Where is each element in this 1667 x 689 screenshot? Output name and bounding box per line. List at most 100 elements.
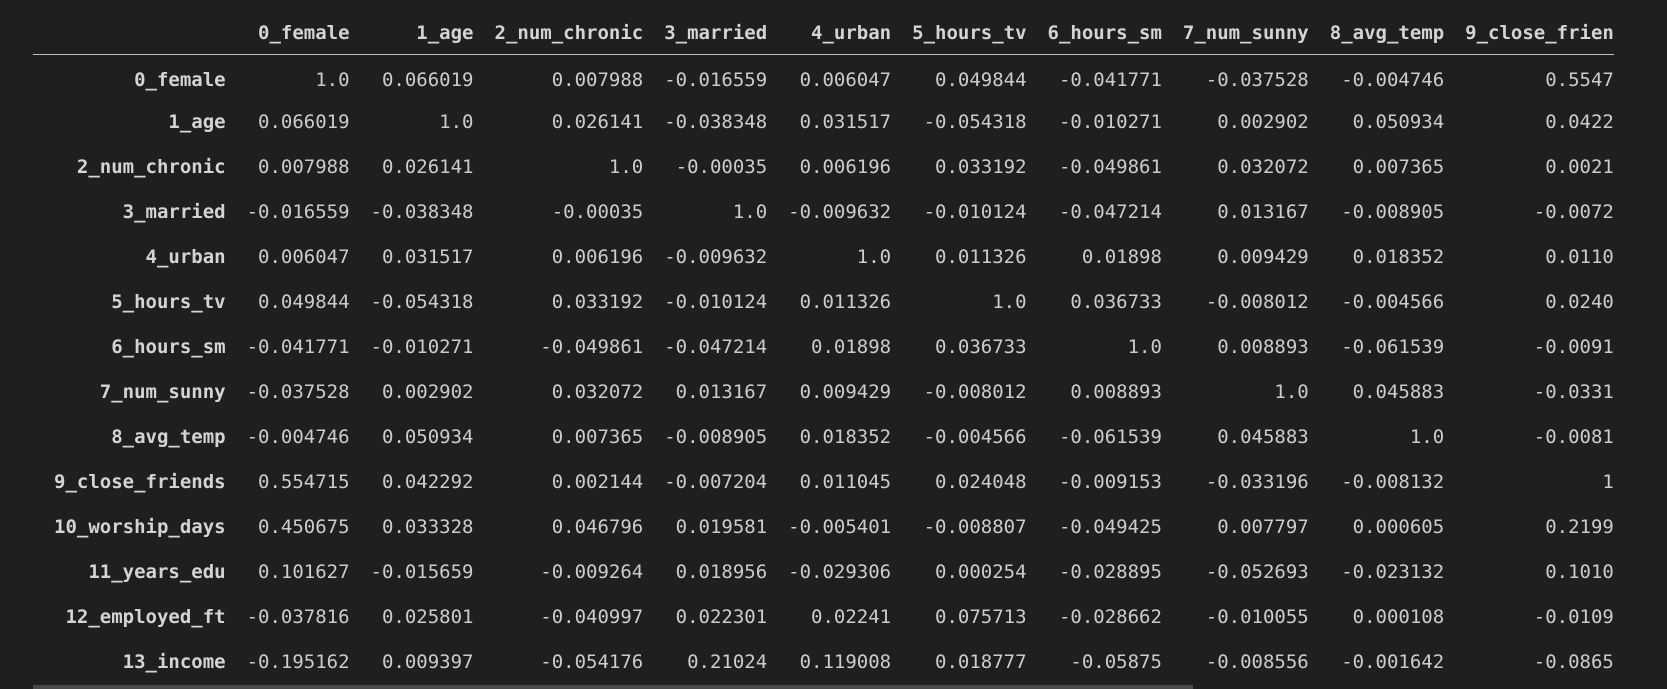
table-row: 11_years_edu 0.101627 -0.015659 -0.009264 0.… (33, 549, 1614, 594)
table-cell: 0.000605 (1352, 515, 1445, 538)
table-cell: 0.5547 (1545, 68, 1614, 91)
table-cell: -0.054318 (370, 290, 474, 313)
table-row: 12_employed_ft -0.037816 0.025801 -0.040997… (33, 594, 1613, 639)
row-index-label: 0_female (134, 68, 226, 91)
table-cell: 1.0 (992, 290, 1027, 313)
table-cell: 0.018777 (935, 650, 1027, 673)
output-viewport: 0_female 1_age 2_num_chronic 3_married 4_urb… (0, 0, 1667, 689)
table-cell: 0.032072 (1217, 155, 1309, 178)
table-cell: 0.1010 (1545, 560, 1614, 583)
table-cell: 0.0240 (1545, 290, 1614, 313)
table-cell: 0.006047 (799, 68, 892, 91)
table-cell: 0.022301 (675, 605, 768, 628)
table-cell: -0.040997 (540, 605, 644, 628)
table-cell: -0.037528 (246, 380, 350, 403)
row-index-label: 8_avg_temp (111, 425, 226, 448)
table-cell: 0.101627 (258, 560, 350, 583)
table-cell: -0.054318 (923, 110, 1027, 133)
column-header-cell: 0_female (225, 13, 350, 55)
horizontal-scrollbar[interactable] (33, 685, 1193, 689)
table-cell: 0.042292 (381, 470, 474, 493)
table-cell: 0.011326 (799, 290, 892, 313)
column-header-cell: 9_close_frien (1444, 13, 1614, 55)
table-cell: 0.000108 (1352, 605, 1445, 628)
table-cell: -0.001642 (1341, 650, 1445, 673)
table-cell: 0.019581 (675, 515, 768, 538)
table-cell: -0.037816 (246, 605, 350, 628)
column-header-cell: 8_avg_temp (1308, 13, 1445, 55)
table-cell: 0.036733 (935, 335, 1027, 358)
table-cell: -0.008132 (1341, 470, 1445, 493)
table-cell: 0.024048 (935, 470, 1027, 493)
table-cell: 0.045883 (1352, 380, 1445, 403)
table-cell: -0.033196 (1205, 470, 1309, 493)
table-cell: -0.05875 (1070, 650, 1162, 673)
index-header-cell (33, 13, 226, 55)
table-cell: 0.009429 (799, 380, 892, 403)
table-cell: 1.0 (315, 68, 350, 91)
table-cell: 1.0 (608, 155, 644, 178)
table-cell: 0.002902 (1217, 110, 1309, 133)
table-cell: 0.013167 (1217, 200, 1309, 223)
row-index-label: 4_urban (145, 245, 226, 268)
table-cell: 0.066019 (381, 68, 474, 91)
table-cell: -0.00035 (675, 155, 768, 178)
table-row: 9_close_friends 0.554715 0.042292 0.002144-… (33, 459, 1614, 504)
table-cell: -0.016559 (664, 68, 768, 91)
table-cell: 0.009429 (1217, 245, 1309, 268)
table-cell: 0.046796 (551, 515, 644, 538)
table-cell: -0.010124 (923, 200, 1027, 223)
table-cell: 0.045883 (1217, 425, 1309, 448)
table-cell: -0.008807 (923, 515, 1027, 538)
column-header-cell: 1_age (349, 13, 474, 55)
table-cell: -0.047214 (664, 335, 768, 358)
table-cell: 0.008893 (1070, 380, 1162, 403)
table-cell: 0.006047 (258, 245, 350, 268)
row-index-label: 6_hours_sm (111, 335, 226, 358)
table-header: 0_female 1_age 2_num_chronic 3_married 4_urb… (33, 13, 1614, 55)
table-cell: 0.2199 (1545, 515, 1614, 538)
table-cell: -0.010124 (664, 290, 768, 313)
table-cell: 0.050934 (1352, 110, 1445, 133)
row-index-label: 1_age (168, 110, 226, 133)
table-cell: -0.008905 (1341, 200, 1445, 223)
table-cell: 0.007988 (551, 68, 644, 91)
table-row: 0_female 1.0 0.066019 0.007988 -0.016559 0.00… (33, 54, 1614, 99)
column-header-cell: 2_num_chronic (473, 13, 644, 55)
table-cell: 0.119008 (799, 650, 892, 673)
table-cell: 0.018956 (675, 560, 768, 583)
table-cell: -0.008012 (923, 380, 1027, 403)
table-cell: 1 (1602, 470, 1614, 493)
table-cell: 0.031517 (381, 245, 474, 268)
table-row: 2_num_chronic 0.007988 0.026141 1.0 -0.00035… (33, 144, 1614, 189)
table-row: 4_urban 0.006047 0.031517 0.006196 -0.009632… (33, 234, 1614, 279)
table-cell: 0.008893 (1217, 335, 1309, 358)
row-index-label: 5_hours_tv (111, 290, 226, 313)
table-cell: 0.031517 (799, 110, 892, 133)
table-cell: -0.004566 (923, 425, 1027, 448)
table-cell: 0.049844 (935, 68, 1027, 91)
table-cell: -0.195162 (246, 650, 350, 673)
table-cell: -0.054176 (540, 650, 644, 673)
table-cell: 0.049844 (258, 290, 350, 313)
column-header-cell: 7_num_sunny (1161, 13, 1309, 55)
table-cell: 0.018352 (1352, 245, 1445, 268)
table-cell: 0.21024 (687, 650, 768, 673)
column-header-cell: 3_married (643, 13, 768, 55)
table-cell: -0.015659 (370, 560, 474, 583)
table-cell: -0.010271 (1058, 110, 1162, 133)
table-row: 6_hours_sm -0.041771 -0.010271 -0.049861 -0.… (33, 324, 1614, 369)
table-cell: -0.052693 (1205, 560, 1309, 583)
row-index-label: 3_married (122, 200, 226, 223)
column-header-cell: 6_hours_sm (1026, 13, 1162, 55)
table-cell: -0.047214 (1058, 200, 1162, 223)
table-cell: -0.009264 (540, 560, 644, 583)
table-cell: 0.554715 (258, 470, 350, 493)
table-cell: -0.028895 (1058, 560, 1162, 583)
table-cell: 1.0 (1274, 380, 1309, 403)
table-row: 13_income -0.195162 0.009397 -0.054176 0.210… (33, 639, 1614, 684)
table-row: 8_avg_temp -0.004746 0.050934 0.007365 -0.00… (33, 414, 1614, 459)
row-index-label: 11_years_edu (88, 560, 226, 583)
table-cell: 0.006196 (551, 245, 644, 268)
row-index-label: 7_num_sunny (99, 380, 226, 403)
